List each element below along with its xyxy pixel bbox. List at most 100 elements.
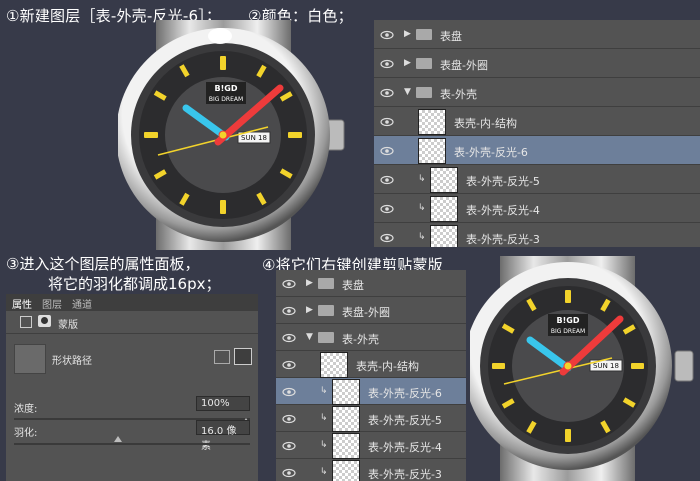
eye-icon[interactable]: [282, 306, 296, 316]
eye-icon[interactable]: [380, 233, 394, 243]
apply-vector-mask-icon[interactable]: [234, 348, 252, 365]
collapse-arrow-icon[interactable]: ▶: [306, 278, 313, 288]
step3-line1: ③进入这个图层的属性面板，: [6, 255, 200, 273]
collapse-arrow-icon[interactable]: ▶: [306, 305, 313, 315]
feather-slider[interactable]: [14, 443, 250, 445]
clipping-mask-icon: ↳: [418, 202, 426, 213]
expand-arrow-icon[interactable]: ▼: [404, 87, 411, 97]
layer-name: 表盘: [440, 29, 462, 43]
clipping-mask-icon: ↳: [320, 466, 328, 477]
pixel-mask-icon[interactable]: [38, 315, 51, 327]
layer-thumbnail: [332, 379, 360, 405]
layers-panel-top: ▶ 表盘 ▶ 表盘-外圈 ▼ 表-外壳 表壳-内-结构 表-外壳-反光-6 ↳ 表-外壳-反光-5…: [374, 20, 700, 247]
watch-illustration-bottom: B!GD BIG DREAM SUN 18: [470, 256, 694, 481]
tab-layers[interactable]: 图层: [42, 296, 62, 311]
reflection-highlight: [208, 28, 232, 44]
layer-row[interactable]: ▶ 表盘-外圈: [276, 297, 466, 324]
folder-icon: [416, 87, 432, 98]
layer-thumbnail: [332, 460, 360, 481]
crown-knob: [674, 350, 694, 382]
eye-icon[interactable]: [282, 468, 296, 478]
layer-name: 表壳-内-结构: [356, 359, 419, 373]
layer-thumbnail: [332, 406, 360, 432]
layer-name: 表-外壳-反光-3: [466, 232, 540, 246]
watch-illustration-top: B!GD BIG DREAM SUN 18: [118, 20, 345, 250]
layer-row[interactable]: ↳ 表-外壳-反光-6: [276, 378, 466, 405]
layer-row[interactable]: ↳ 表-外壳-反光-5: [374, 165, 700, 194]
shape-thumbnail: [14, 344, 46, 374]
date-text: SUN 18: [241, 134, 267, 142]
density-input[interactable]: 100%: [196, 396, 250, 411]
layer-name: 表-外壳: [342, 332, 379, 346]
collapse-arrow-icon[interactable]: ▶: [404, 29, 411, 39]
clipping-mask-icon: ↳: [320, 439, 328, 450]
eye-icon[interactable]: [282, 414, 296, 424]
layer-name: 表-外壳-反光-4: [466, 203, 540, 217]
folder-icon: [318, 278, 334, 289]
layer-row[interactable]: 表壳-内-结构: [374, 107, 700, 136]
layers-panel-bottom: ▶ 表盘 ▶ 表盘-外圈 ▼ 表-外壳 表壳-内-结构 ↳ 表-外壳-反光-6 ↳ 表-外壳-反光-…: [276, 270, 466, 481]
layer-name: 表盘: [342, 278, 364, 292]
mask-row: 蒙版: [6, 311, 258, 334]
layer-row[interactable]: ↳ 表-外壳-反光-3: [276, 459, 466, 481]
layer-row[interactable]: ▼ 表-外壳: [276, 324, 466, 351]
date-text: SUN 18: [593, 362, 619, 370]
select-mask-icon[interactable]: [214, 350, 230, 364]
eye-icon[interactable]: [282, 360, 296, 370]
feather-label: 羽化:: [14, 428, 38, 439]
eye-icon[interactable]: [380, 175, 394, 185]
layer-name: 表-外壳-反光-6: [368, 386, 442, 400]
folder-icon: [416, 29, 432, 40]
mask-circle-icon: [41, 317, 48, 324]
shape-path-label: 形状路径: [52, 356, 92, 367]
eye-icon[interactable]: [380, 117, 394, 127]
layer-name: 表-外壳: [440, 87, 477, 101]
expand-arrow-icon[interactable]: ▼: [306, 332, 313, 342]
layer-name: 表-外壳-反光-3: [368, 467, 442, 481]
clipping-mask-icon: ↳: [320, 412, 328, 423]
eye-icon[interactable]: [380, 30, 394, 40]
layer-row[interactable]: ▶ 表盘: [276, 270, 466, 297]
layer-row[interactable]: ↳ 表-外壳-反光-3: [374, 223, 700, 247]
layer-row[interactable]: ↳ 表-外壳-反光-4: [374, 194, 700, 223]
layer-row[interactable]: ▼ 表-外壳: [374, 78, 700, 107]
feather-input[interactable]: 16.0 像素: [196, 420, 250, 452]
tab-properties[interactable]: 属性: [12, 296, 32, 311]
layer-row[interactable]: 表-外壳-反光-6: [374, 136, 700, 165]
eye-icon[interactable]: [282, 441, 296, 451]
layer-thumbnail: [418, 138, 446, 164]
layer-name: 表-外壳-反光-5: [466, 174, 540, 188]
center-pin: [218, 130, 228, 140]
eye-icon[interactable]: [282, 279, 296, 289]
eye-icon[interactable]: [380, 146, 394, 156]
density-label: 浓度:: [14, 404, 38, 415]
layer-name: 表壳-内-结构: [454, 116, 517, 130]
clipping-mask-icon: ↳: [320, 385, 328, 396]
layer-name: 表盘-外圈: [342, 305, 390, 319]
eye-icon[interactable]: [380, 88, 394, 98]
eye-icon[interactable]: [282, 387, 296, 397]
folder-icon: [318, 305, 334, 316]
layer-thumbnail: [332, 433, 360, 459]
properties-tabbar: 属性 图层 通道: [6, 294, 258, 311]
properties-panel: 属性 图层 通道 蒙版 形状路径 浓度: 100% 羽化: 16.0 像素: [6, 294, 258, 481]
layer-row[interactable]: 表壳-内-结构: [276, 351, 466, 378]
step3-caption: ③进入这个图层的属性面板， 将它的羽化都调成16px；: [6, 254, 221, 294]
layer-thumbnail: [430, 167, 458, 193]
layer-row[interactable]: ↳ 表-外壳-反光-5: [276, 405, 466, 432]
brand-line1: B!GD: [215, 84, 238, 93]
tab-channels[interactable]: 通道: [72, 296, 92, 311]
layer-row[interactable]: ↳ 表-外壳-反光-4: [276, 432, 466, 459]
mask-label: 蒙版: [58, 320, 78, 331]
feather-slider-knob[interactable]: [114, 436, 122, 442]
layer-row[interactable]: ▶ 表盘-外圈: [374, 49, 700, 78]
brand-line1: B!GD: [557, 316, 580, 325]
eye-icon[interactable]: [380, 204, 394, 214]
layer-thumbnail: [320, 352, 348, 378]
vector-mask-icon[interactable]: [20, 316, 32, 328]
eye-icon[interactable]: [380, 59, 394, 69]
collapse-arrow-icon[interactable]: ▶: [404, 58, 411, 68]
layer-row[interactable]: ▶ 表盘: [374, 20, 700, 49]
brand-line2: BIG DREAM: [209, 96, 243, 103]
eye-icon[interactable]: [282, 333, 296, 343]
